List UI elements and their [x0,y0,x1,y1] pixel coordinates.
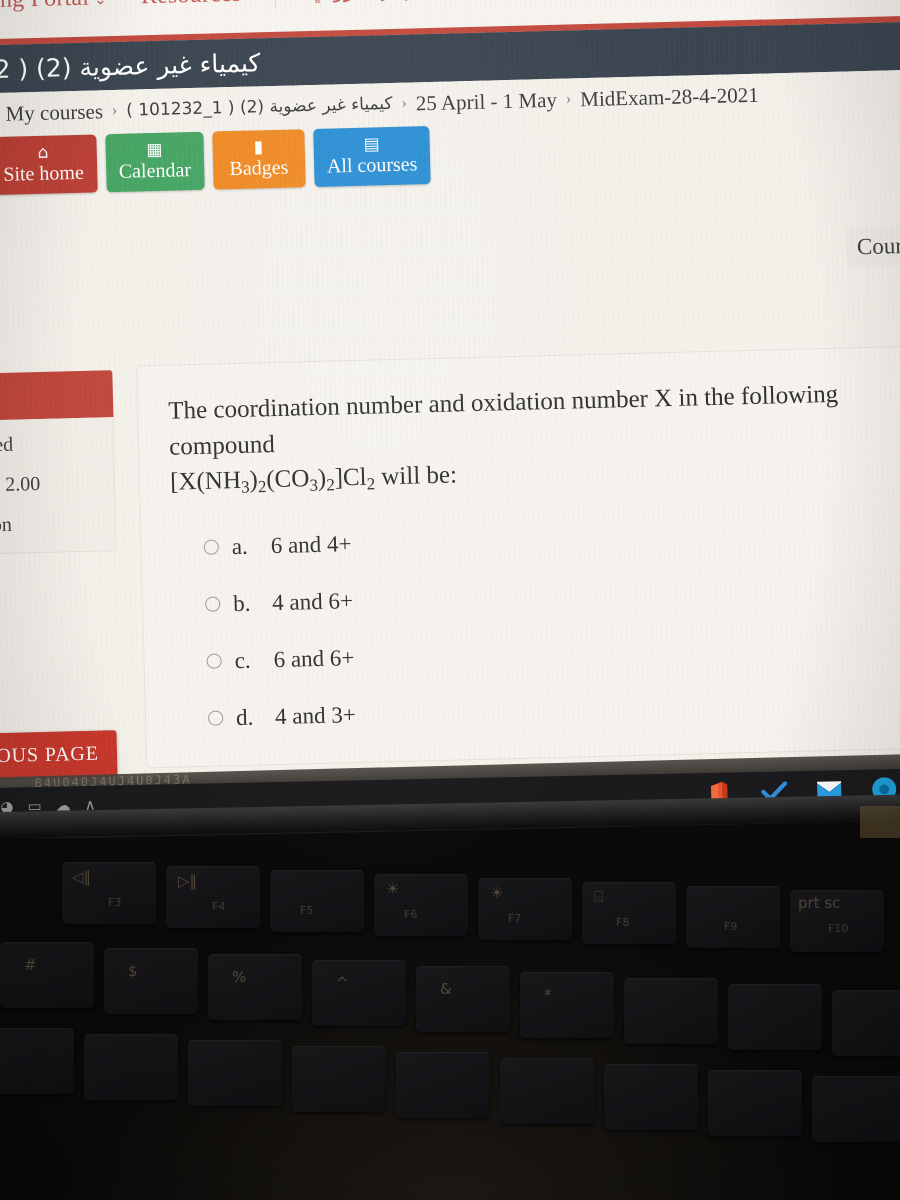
key-7-label: & [440,980,452,998]
key-f9-label: F9 [724,920,738,933]
key-6[interactable] [312,960,406,1026]
nav-item-resources[interactable]: Resources [140,0,241,10]
all-courses-button-label: All courses [326,152,418,178]
breadcrumb-separator-icon: › [401,94,408,112]
all-courses-button[interactable]: ▤ All courses [312,126,431,187]
breadcrumb-separator-icon: › [565,90,572,108]
breadcrumb-separator-icon: › [111,101,118,120]
key-f10-label: F10 [828,922,849,935]
key-4-label: $ [128,962,138,980]
calendar-icon: ▦ [146,139,163,160]
answer-option-b[interactable]: b. 4 and 6+ [173,573,900,619]
chevron-down-icon: ⌄ [93,0,108,9]
breadcrumb-item-course[interactable]: كيمياء غير عضوية (2) ( 1_101232 ) [126,94,393,121]
key-f3-label: F3 [108,896,122,909]
prev-track-icon: ◁‖ [72,868,92,886]
site-home-button-label: Site home [3,161,85,186]
radio-button-d[interactable] [207,710,224,727]
badges-button-label: Badges [229,156,289,180]
brightness-up-icon: ☀ [490,884,504,902]
nav-divider [544,0,546,2]
nav-item-elearning-systems-arabic[interactable]: أنظمة التعلم الإلكتروني [310,0,511,4]
key-t[interactable] [188,1040,282,1106]
key-minus[interactable] [832,990,900,1056]
key-f5-label: F5 [300,904,314,917]
nav-divider [274,0,277,8]
key-i[interactable] [500,1058,594,1124]
key-f4-label: F4 [212,900,226,913]
home-icon: ⌂ [37,142,49,163]
key-3-label: # [24,956,37,974]
book-icon: ▤ [363,133,380,155]
key-o[interactable] [604,1064,698,1130]
answer-letter-d: d. [235,704,254,730]
key-5-label: % [232,968,247,986]
answer-letter-a: a. [231,533,249,560]
answer-letter-c: c. [234,647,251,673]
answer-text-b: 4 and 6+ [271,587,354,616]
breadcrumb-item-week[interactable]: 25 April - 1 May [416,87,558,116]
question-info-panel: stion 4 et answered ked out of 2.00 ag q… [0,370,117,557]
calendar-button-label: Calendar [118,158,192,183]
answer-text-d: 4 and 3+ [274,701,357,729]
nav-item-learning-portal[interactable]: ning Portal ⌄ [0,0,107,14]
breadcrumb-item-midexam[interactable]: MidExam-28-4-2021 [580,82,759,112]
nav-item-learning-portal-label: ning Portal [0,0,89,13]
question-meta: et answered ked out of 2.00 ag question [0,417,117,557]
key-u[interactable] [396,1052,490,1118]
key-6-label: ^ [336,974,349,992]
answer-options: a. 6 and 4+ b. 4 and 6+ c. 6 and 6+ d. 4… [171,516,900,733]
key-7[interactable] [416,966,510,1032]
answer-option-a[interactable]: a. 6 and 4+ [171,516,900,562]
breadcrumb-item-my-courses[interactable]: My courses [5,99,103,126]
question-text: The coordination number and oxidation nu… [168,374,900,502]
key-9[interactable] [624,978,718,1044]
print-screen-icon: prt sc [798,894,841,912]
answer-letter-b: b. [232,590,251,617]
key-4[interactable] [104,948,198,1014]
browser-viewport: ning Portal ⌄ Resources أنظمة التعلم الإل… [0,0,900,806]
radio-button-a[interactable] [203,539,219,556]
course-title: كيمياء غير عضوية (2) ( 32 [0,47,261,84]
badges-button[interactable]: ▮ Badges [212,129,306,190]
key-f6-label: F6 [404,908,418,921]
key-y[interactable] [292,1046,386,1112]
flag-question-link[interactable]: ag question [0,511,102,539]
answer-option-c[interactable]: c. 6 and 6+ [174,630,900,676]
radio-button-c[interactable] [206,653,222,670]
answer-text-c: 6 and 6+ [273,644,355,673]
key-e[interactable] [0,1028,74,1094]
course-dashboard-link[interactable]: Course d [846,224,900,268]
key-f8-label: F8 [616,916,630,929]
key-bracket[interactable] [812,1076,900,1142]
quiz-page-content: Course d Ti stion 4 et answered ked out … [0,176,900,806]
answer-text-a: 6 and 4+ [270,531,352,559]
radio-button-b[interactable] [205,596,221,613]
question-status: et answered [0,433,14,458]
key-p[interactable] [708,1070,802,1136]
display-switch-icon: ⌸ [594,888,604,906]
question-header: stion 4 [0,370,114,423]
bookmark-icon: ▮ [253,136,264,157]
key-r[interactable] [84,1034,178,1100]
play-pause-icon: ▷‖ [178,872,198,890]
key-8[interactable] [520,972,614,1038]
laptop-screen-photo: ning Portal ⌄ Resources أنظمة التعلم الإل… [0,0,900,1200]
key-f5[interactable] [270,870,364,932]
key-0[interactable] [728,984,822,1050]
question-card: The coordination number and oxidation nu… [136,344,900,769]
key-8-label: * [544,986,552,1004]
key-3[interactable] [0,942,94,1008]
laptop-keyboard: ◁‖ F3 ▷‖ F4 F5 ☀ F6 ☀ F7 ⌸ F8 F9 prt sc … [0,838,900,1200]
site-home-button[interactable]: ⌂ Site home [0,134,98,196]
key-f9[interactable] [686,886,780,948]
key-5[interactable] [208,954,302,1020]
brightness-down-icon: ☀ [386,880,400,898]
key-f7-label: F7 [508,912,522,925]
calendar-button[interactable]: ▦ Calendar [104,131,205,193]
answer-option-d[interactable]: d. 4 and 3+ [176,687,900,733]
question-marks: ked out of 2.00 [0,472,41,498]
